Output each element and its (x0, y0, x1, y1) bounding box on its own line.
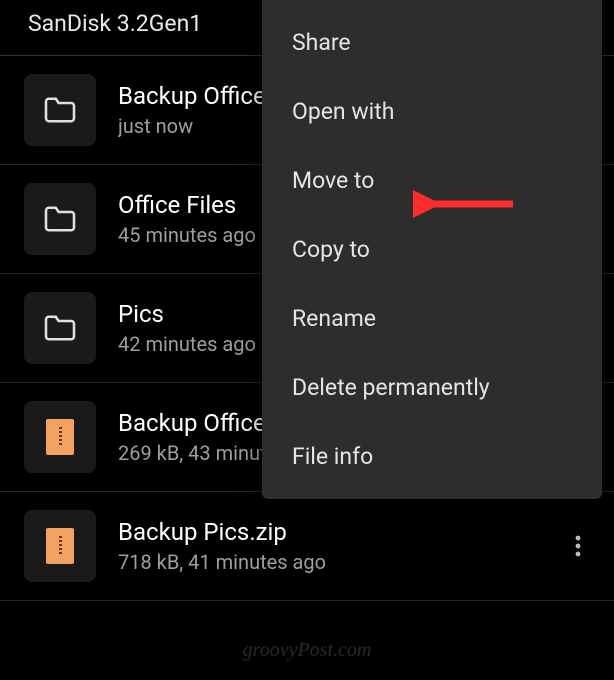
menu-item-share[interactable]: Share (262, 8, 602, 77)
context-menu: Share Open with Move to Copy to Rename D… (262, 0, 602, 499)
file-meta: 718 kB, 41 minutes ago (118, 550, 536, 574)
folder-icon (24, 183, 96, 255)
annotation-arrow-icon (413, 189, 523, 219)
folder-icon (24, 74, 96, 146)
menu-item-copy-to[interactable]: Copy to (262, 215, 602, 284)
menu-item-delete-permanently[interactable]: Delete permanently (262, 353, 602, 422)
zip-icon (24, 401, 96, 473)
file-name: Backup Pics.zip (118, 518, 536, 546)
zip-icon (24, 510, 96, 582)
list-item[interactable]: Backup Pics.zip 718 kB, 41 minutes ago (0, 492, 614, 601)
file-info: Backup Pics.zip 718 kB, 41 minutes ago (118, 518, 536, 574)
more-options-button[interactable] (558, 526, 598, 566)
watermark: groovyPost.com (243, 639, 372, 662)
menu-item-rename[interactable]: Rename (262, 284, 602, 353)
folder-icon (24, 292, 96, 364)
more-vert-icon (575, 534, 581, 558)
storage-title-text: SanDisk 3.2Gen1 (28, 10, 202, 37)
menu-item-open-with[interactable]: Open with (262, 77, 602, 146)
menu-item-file-info[interactable]: File info (262, 422, 602, 491)
